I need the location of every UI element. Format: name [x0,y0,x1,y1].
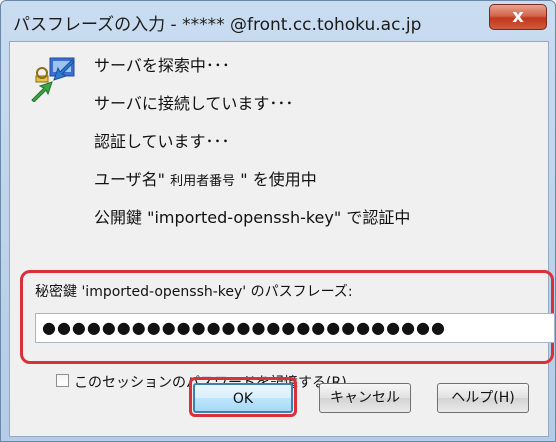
status-searching: サーバを探索中･･･ [94,56,230,75]
help-button[interactable]: ヘルプ(H) [437,383,529,413]
close-icon: x [512,6,524,27]
status-authenticating: 認証しています･･･ [94,132,230,151]
passphrase-input[interactable]: ●●●●●●●●●●●●●●●●●●●●●●●●●●● [35,313,555,343]
username-value: 利用者番号 [170,174,236,189]
ok-button[interactable]: OK [193,383,293,413]
window-title: パスフレーズの入力 - ***** @front.cc.tohoku.ac.jp [13,15,422,35]
status-pubkey: 公開鍵 "imported-openssh-key" で認証中 [94,208,411,227]
status-connecting: サーバに接続しています･･･ [94,94,294,113]
title-bar[interactable]: パスフレーズの入力 - ***** @front.cc.tohoku.ac.jp… [1,1,556,41]
checkbox-box[interactable] [56,374,69,387]
passphrase-label: 秘密鍵 'imported-openssh-key' のパスフレーズ: [35,284,353,300]
status-username: ユーザ名" 利用者番号 " を使用中 [94,166,317,190]
dialog-window: パスフレーズの入力 - ***** @front.cc.tohoku.ac.jp… [0,0,556,442]
passphrase-highlight: 秘密鍵 'imported-openssh-key' のパスフレーズ: ●●●●… [20,270,555,364]
username-prefix: ユーザ名" [94,170,171,189]
cancel-button[interactable]: キャンセル [319,383,411,413]
key-connect-icon [31,57,75,102]
username-suffix: " を使用中 [235,170,317,189]
close-button[interactable]: x [489,4,547,30]
